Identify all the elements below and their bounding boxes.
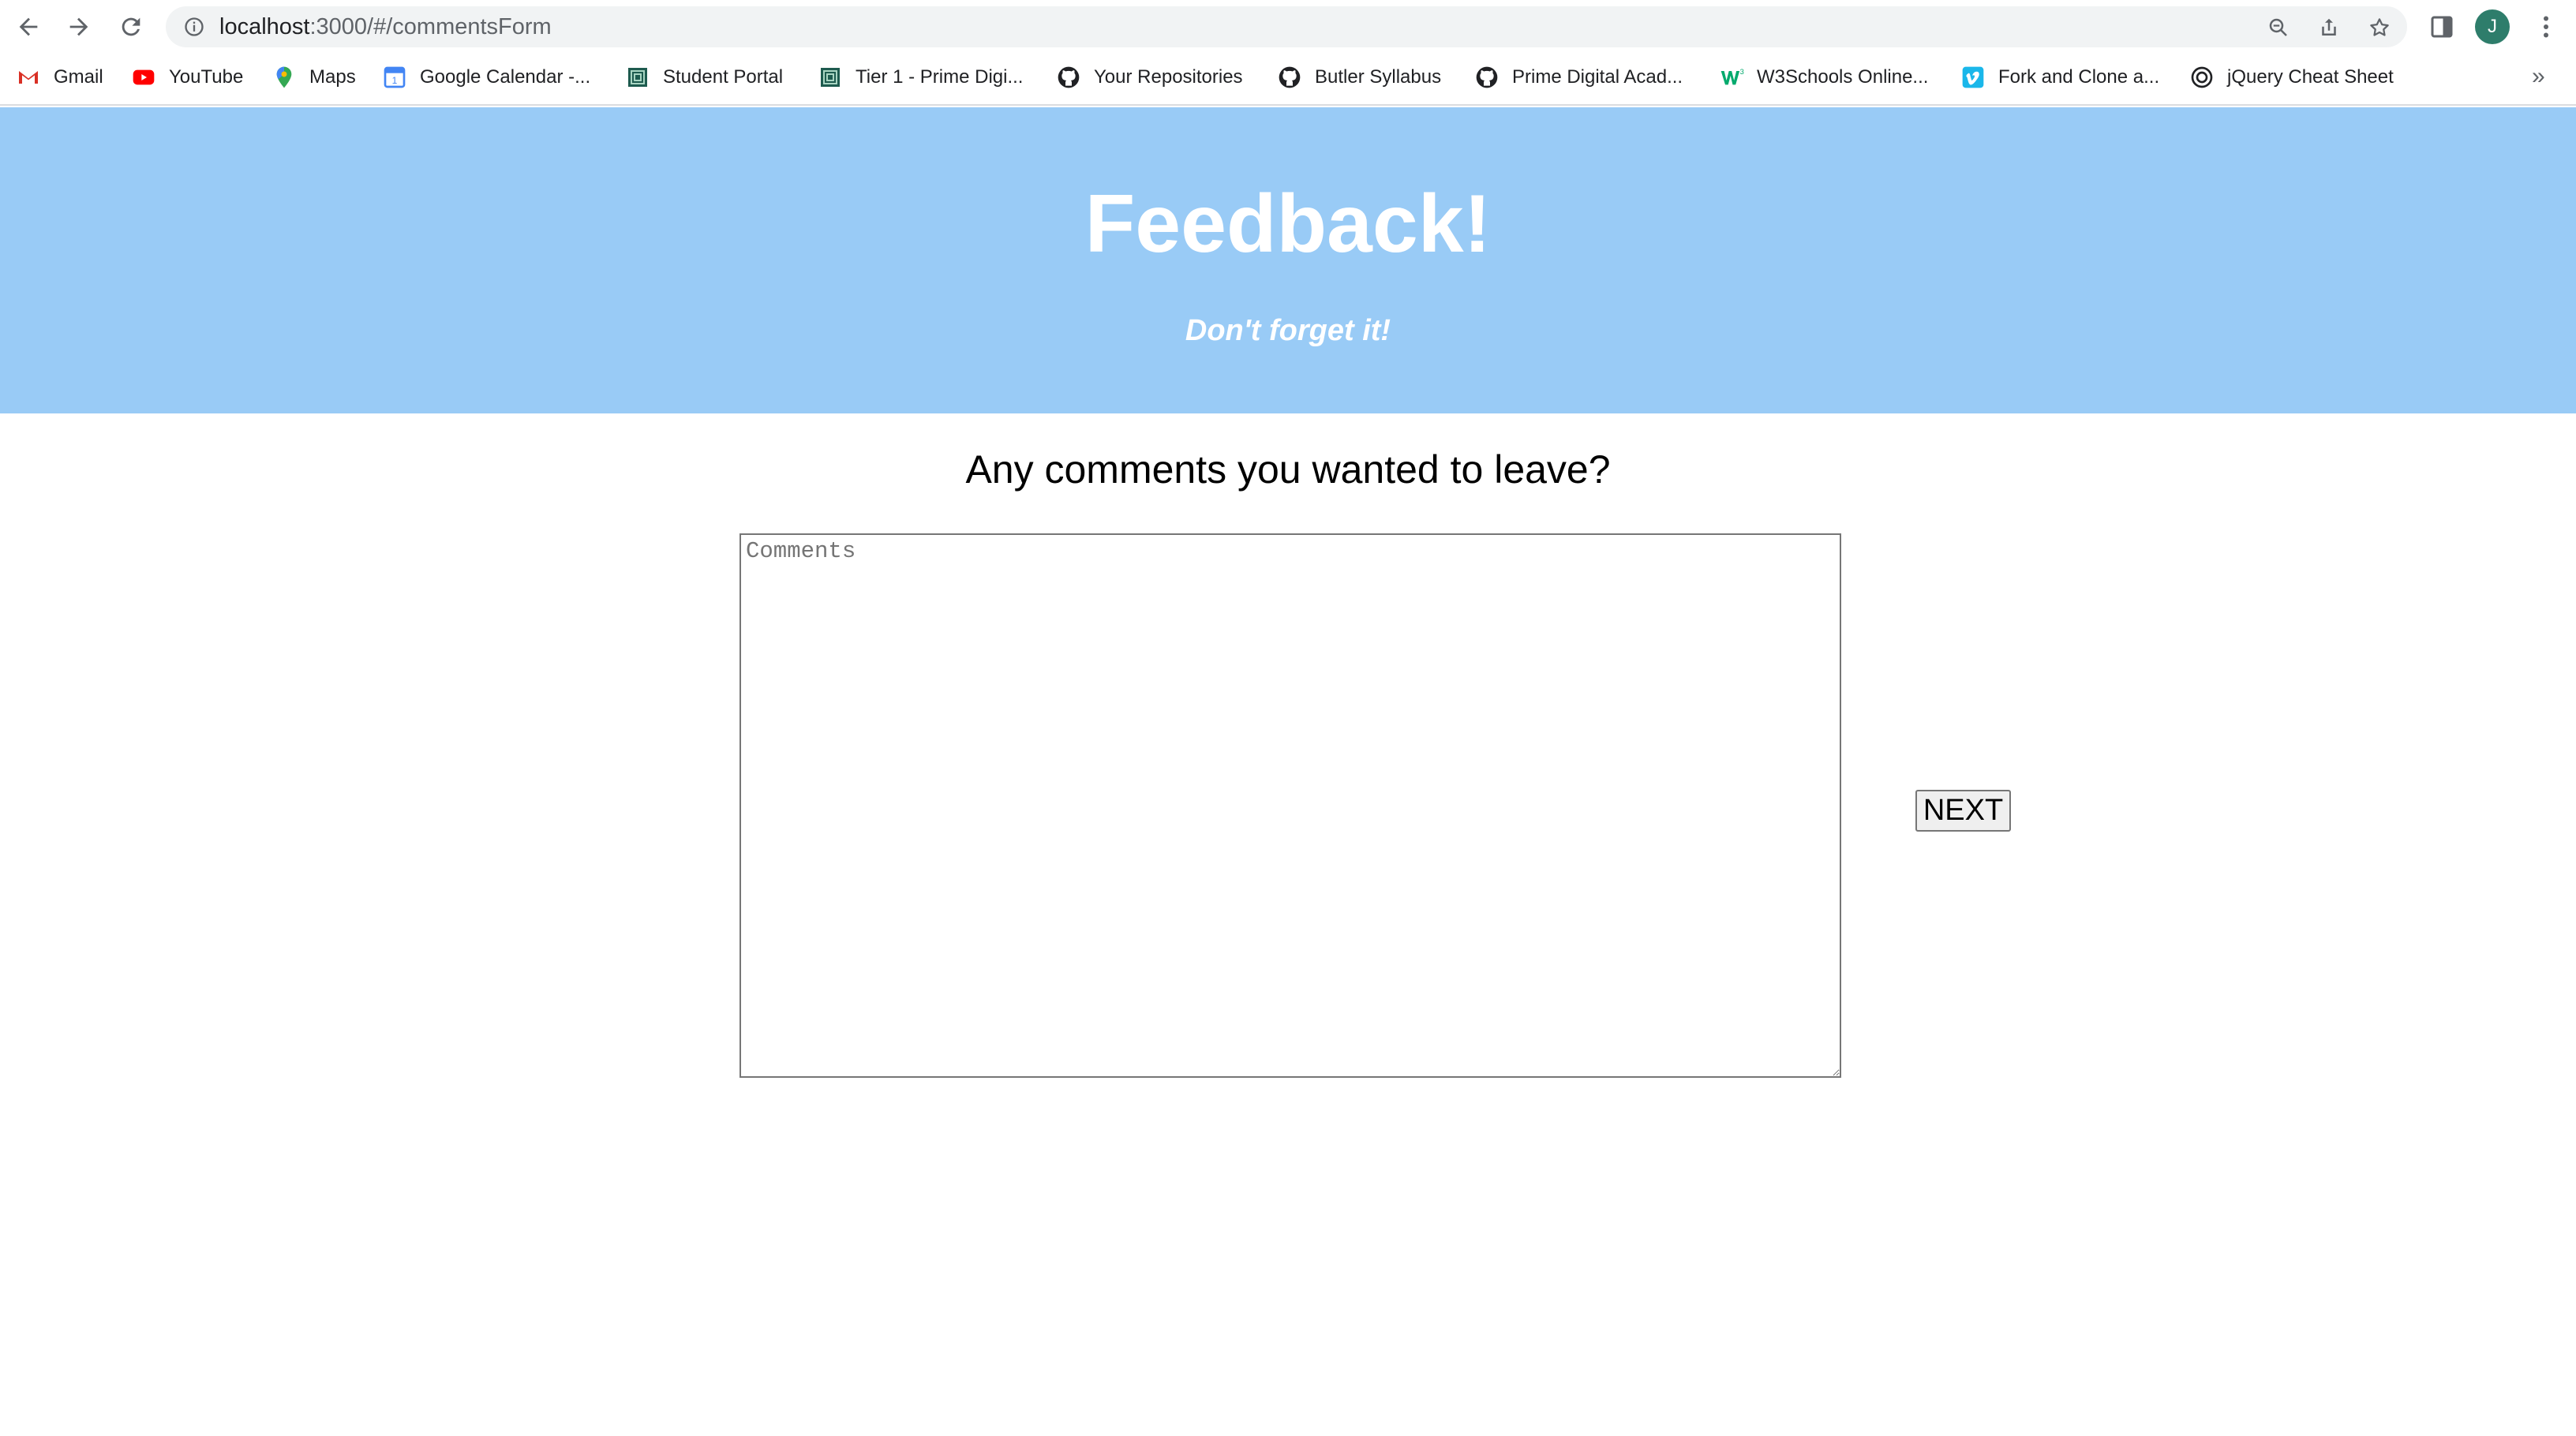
bookmark-star-icon[interactable] xyxy=(2368,16,2391,39)
portal-icon xyxy=(625,65,650,90)
youtube-icon xyxy=(131,65,156,90)
reload-button[interactable] xyxy=(112,8,150,46)
arrow-left-icon xyxy=(19,17,38,36)
browser-toolbar: localhost:3000/#/commentsForm J xyxy=(0,0,2576,54)
reload-icon xyxy=(122,17,140,36)
address-bar[interactable]: localhost:3000/#/commentsForm xyxy=(166,6,2407,47)
bookmark-w3schools[interactable]: 3 W3Schools Online... xyxy=(1719,57,1928,98)
bookmark-label: Tier 1 - Prime Digi... xyxy=(856,66,1024,88)
bookmark-prime-digital-academy[interactable]: Prime Digital Acad... xyxy=(1474,57,1683,98)
url-path: :3000/#/commentsForm xyxy=(309,14,552,39)
svg-text:1: 1 xyxy=(392,75,398,86)
svg-text:3: 3 xyxy=(1740,68,1744,76)
github-icon xyxy=(1277,65,1302,90)
bookmark-butler-syllabus[interactable]: Butler Syllabus xyxy=(1277,57,1441,98)
bookmark-label: Prime Digital Acad... xyxy=(1512,66,1683,88)
bookmark-label: Student Portal xyxy=(663,66,784,88)
github-icon xyxy=(1474,65,1500,90)
bookmark-label: Fork and Clone a... xyxy=(1998,66,2160,88)
side-panel-icon[interactable] xyxy=(2428,13,2456,41)
bookmark-maps[interactable]: Maps xyxy=(271,57,356,98)
bookmark-student-portal[interactable]: Student Portal xyxy=(625,57,783,98)
bookmarks-bar: Gmail YouTube Maps 1 Google Calendar -..… xyxy=(0,57,2576,98)
bookmark-tier-1[interactable]: Tier 1 - Prime Digi... xyxy=(818,57,1023,98)
next-button[interactable]: NEXT xyxy=(1915,790,2011,832)
page-subtitle: Don't forget it! xyxy=(1185,314,1391,347)
gmail-icon xyxy=(16,65,41,90)
calendar-icon: 1 xyxy=(382,65,407,90)
circle-icon xyxy=(2189,65,2215,90)
url-text: localhost:3000/#/commentsForm xyxy=(219,6,552,47)
bookmark-label: Maps xyxy=(309,66,356,88)
bookmark-label: YouTube xyxy=(169,66,244,88)
arrow-right-icon xyxy=(69,17,88,36)
bookmark-label: Gmail xyxy=(54,66,103,88)
portal-icon xyxy=(818,65,843,90)
maps-icon xyxy=(271,65,297,90)
bookmark-gmail[interactable]: Gmail xyxy=(16,57,103,98)
back-button[interactable] xyxy=(9,8,47,46)
bookmark-fork-and-clone[interactable]: Fork and Clone a... xyxy=(1960,57,2159,98)
bookmark-your-repositories[interactable]: Your Repositories xyxy=(1056,57,1243,98)
bookmark-label: Your Repositories xyxy=(1094,66,1243,88)
comments-question: Any comments you wanted to leave? xyxy=(965,447,1611,492)
page-header: Feedback! Don't forget it! xyxy=(0,107,2576,413)
browser-chrome: localhost:3000/#/commentsForm J Gmail Yo… xyxy=(0,0,2576,106)
share-icon[interactable] xyxy=(2317,16,2341,39)
info-icon[interactable] xyxy=(183,16,205,38)
bookmark-label: Butler Syllabus xyxy=(1315,66,1442,88)
profile-avatar[interactable]: J xyxy=(2475,9,2510,44)
vimeo-icon xyxy=(1960,65,1986,90)
comments-textarea[interactable] xyxy=(739,533,1841,1078)
bookmark-jquery-cheat-sheet[interactable]: jQuery Cheat Sheet xyxy=(2189,57,2394,98)
bookmark-google-calendar[interactable]: 1 Google Calendar -... xyxy=(382,57,590,98)
bookmark-youtube[interactable]: YouTube xyxy=(131,57,243,98)
bookmark-label: Google Calendar -... xyxy=(420,66,591,88)
more-bookmarks-chevron-icon[interactable]: » xyxy=(2532,57,2545,98)
w3schools-icon: 3 xyxy=(1719,65,1744,90)
kebab-menu-icon[interactable] xyxy=(2532,13,2560,41)
page-title: Feedback! xyxy=(1084,178,1492,270)
url-host: localhost xyxy=(219,14,310,39)
zoom-icon[interactable] xyxy=(2267,16,2290,39)
bookmark-label: W3Schools Online... xyxy=(1757,66,1929,88)
github-icon xyxy=(1056,65,1081,90)
bookmark-label: jQuery Cheat Sheet xyxy=(2227,66,2394,88)
forward-button[interactable] xyxy=(60,8,98,46)
